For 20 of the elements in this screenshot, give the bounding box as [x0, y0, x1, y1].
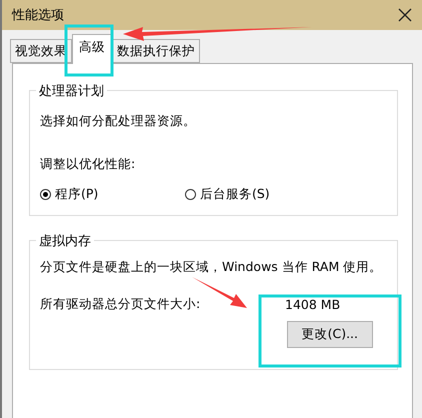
radio-icon[interactable]: [185, 189, 196, 200]
radio-option[interactable]: 后台服务(S): [185, 186, 330, 203]
tab[interactable]: 视觉效果: [10, 39, 72, 63]
radio-option[interactable]: 程序(P): [40, 186, 185, 203]
adjust-label: 调整以优化性能:: [40, 156, 136, 173]
tab[interactable]: 数据执行保护: [112, 39, 200, 63]
group-title: 虚拟内存: [36, 232, 94, 250]
radio-icon[interactable]: [40, 189, 51, 200]
radio-label: 程序(P): [55, 186, 98, 203]
description-text: 选择如何分配处理器资源。: [40, 113, 197, 130]
window-title: 性能选项: [12, 7, 64, 24]
close-icon[interactable]: [398, 8, 412, 22]
size-value: 1408 MB: [285, 297, 340, 312]
highlight-frame: [64, 24, 114, 76]
tab[interactable]: 高级: [72, 34, 112, 64]
group-title: 处理器计划: [36, 82, 107, 100]
description-text: 分页文件是硬盘上的一块区域，Windows 当作 RAM 使用。: [40, 259, 384, 276]
radio-label: 后台服务(S): [200, 186, 270, 203]
change-button[interactable]: 更改(C)...: [286, 321, 373, 348]
size-label: 所有驱动器总分页文件大小:: [40, 296, 202, 313]
